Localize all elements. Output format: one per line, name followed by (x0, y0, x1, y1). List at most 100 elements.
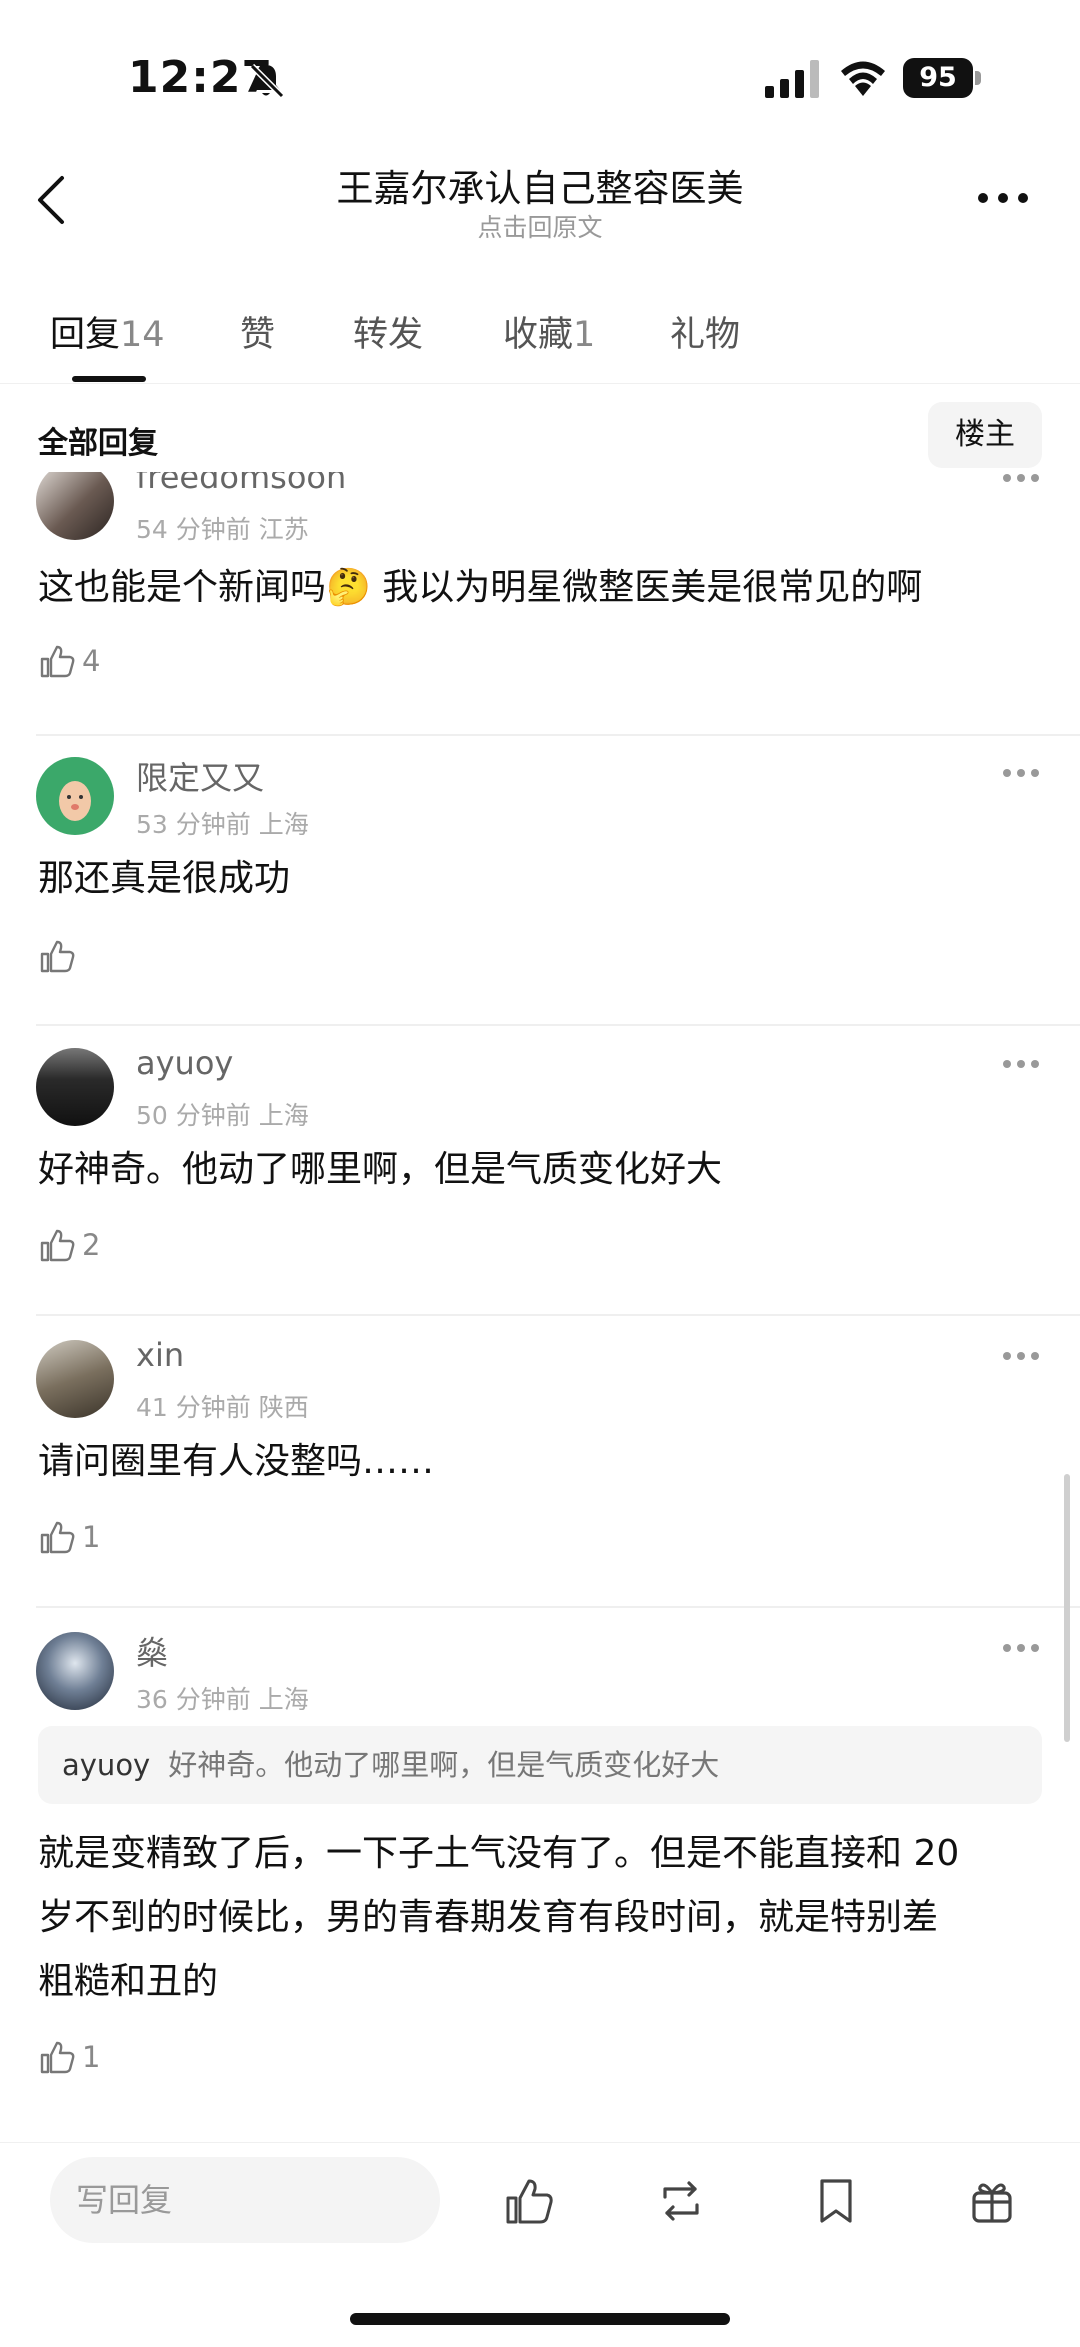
tab-replies[interactable]: 回复14 (50, 306, 165, 357)
tab-label: 赞 (240, 315, 276, 355)
comment-more-icon[interactable] (1002, 767, 1040, 779)
tab-favorites[interactable]: 收藏1 (503, 306, 595, 357)
battery-level: 95 (903, 58, 973, 98)
comment-list: freedomsoon 54 分钟前 江苏 这也能是个新闻吗🤔 我以为明星微整医… (0, 472, 1080, 2132)
thumbs-up-icon (40, 940, 75, 973)
wifi-icon (841, 61, 885, 96)
tab-gifts[interactable]: 礼物 (670, 306, 740, 357)
thumbs-up-icon (40, 1229, 75, 1262)
divider (36, 1314, 1080, 1316)
tab-reposts[interactable]: 转发 (353, 306, 423, 357)
comment-username[interactable]: freedomsoon (136, 472, 346, 496)
header: 王嘉尔承认自己整容医美 点击回原文 (0, 150, 1080, 250)
thumbs-up-icon (40, 645, 75, 678)
tab-label: 转发 (353, 315, 424, 355)
like-count: 4 (82, 644, 101, 678)
active-tab-indicator (72, 376, 146, 382)
like-count: 1 (82, 1520, 101, 1554)
comment-username[interactable]: 燊 (136, 1628, 168, 1674)
comment-username[interactable]: ayuoy (136, 1044, 233, 1082)
comment-item: 限定又又 53 分钟前 上海 那还真是很成功 (0, 747, 1080, 1027)
like-button[interactable]: 1 (38, 1518, 128, 1558)
avatar[interactable] (36, 472, 114, 540)
gift-icon[interactable] (966, 2175, 1018, 2227)
thumbs-up-icon (40, 1521, 75, 1554)
comment-meta: 50 分钟前 上海 (136, 1096, 309, 1132)
all-replies-label: 全部回复 (38, 426, 158, 461)
comment-location: 上海 (258, 810, 309, 839)
like-count: 1 (82, 2040, 101, 2074)
comment-time: 36 分钟前 (136, 1685, 251, 1714)
cellular-signal-icon (765, 60, 819, 98)
comment-more-icon[interactable] (1002, 1642, 1040, 1654)
bell-off-icon (249, 63, 285, 99)
avatar[interactable] (36, 1048, 114, 1126)
comment-text: 这也能是个新闻吗🤔 我以为明星微整医美是很常见的啊 (38, 567, 923, 608)
comment-time: 53 分钟前 (136, 810, 251, 839)
like-button[interactable] (38, 937, 128, 977)
comment-username[interactable]: 限定又又 (136, 753, 264, 799)
back-to-original-link[interactable]: 点击回原文 (0, 208, 1080, 244)
tab-label: 回复 (50, 315, 121, 355)
avatar[interactable] (36, 1632, 114, 1710)
scrollbar[interactable] (1064, 1474, 1070, 1742)
tab-count: 14 (120, 315, 165, 355)
thumbs-up-icon (40, 2041, 75, 2074)
quoted-text: 好神奇。他动了哪里啊，但是气质变化好大 (168, 1748, 720, 1782)
comment-location: 陕西 (258, 1393, 309, 1422)
comment-username[interactable]: xin (136, 1336, 184, 1374)
more-options-icon[interactable] (976, 188, 1030, 208)
like-button[interactable]: 1 (38, 2038, 128, 2078)
op-only-button[interactable]: 楼主 (928, 402, 1042, 468)
comment-text: 那还真是很成功 (38, 858, 291, 899)
cartoon-avatar-icon (59, 781, 91, 821)
comment-more-icon[interactable] (1002, 1350, 1040, 1362)
avatar[interactable] (36, 757, 114, 835)
like-button[interactable]: 4 (38, 642, 128, 682)
avatar[interactable] (36, 1340, 114, 1418)
comment-text-line: 岁不到的时候比，男的青春期发育有段时间，就是特别差 (38, 1897, 939, 1938)
comment-text: 就是变精致了后，一下子土气没有了。但是不能直接和 20 岁不到的时候比，男的青春… (38, 1822, 1048, 2014)
comment-item: freedomsoon 54 分钟前 江苏 这也能是个新闻吗🤔 我以为明星微整医… (0, 472, 1080, 732)
comment-more-icon[interactable] (1002, 1058, 1040, 1070)
battery-indicator: 95 (903, 58, 981, 98)
comment-time: 41 分钟前 (136, 1393, 251, 1422)
like-button[interactable]: 2 (38, 1226, 128, 1266)
reply-input[interactable]: 写回复 (50, 2157, 440, 2243)
page-title[interactable]: 王嘉尔承认自己整容医美 (0, 158, 1080, 212)
comment-meta: 36 分钟前 上海 (136, 1680, 309, 1716)
status-bar: 12:27 95 (0, 0, 1080, 150)
divider (36, 1024, 1080, 1026)
tab-bar: 回复14 赞 转发 收藏1 礼物 (0, 300, 1080, 384)
comment-meta: 53 分钟前 上海 (136, 805, 309, 841)
comment-text: 请问圈里有人没整吗…… (38, 1441, 435, 1482)
comment-item: xin 41 分钟前 陕西 请问圈里有人没整吗…… 1 (0, 1330, 1080, 1610)
divider (36, 734, 1080, 736)
comment-text-line: 粗糙和丑的 (38, 1961, 219, 2002)
like-count: 2 (82, 1228, 101, 1262)
battery-tip (975, 71, 981, 85)
comment-more-icon[interactable] (1002, 472, 1040, 484)
quoted-username: ayuoy (62, 1748, 151, 1782)
tab-label: 礼物 (670, 315, 741, 355)
bottom-action-bar: 写回复 (0, 2142, 1080, 2347)
like-icon[interactable] (503, 2175, 555, 2227)
comment-meta: 41 分钟前 陕西 (136, 1388, 309, 1424)
comment-item: ayuoy 50 分钟前 上海 好神奇。他动了哪里啊，但是气质变化好大 2 (0, 1038, 1080, 1318)
quoted-reply[interactable]: ayuoy 好神奇。他动了哪里啊，但是气质变化好大 (38, 1726, 1042, 1804)
tab-count: 1 (573, 315, 596, 355)
comment-time: 50 分钟前 (136, 1101, 251, 1130)
tab-likes[interactable]: 赞 (240, 306, 275, 357)
divider (36, 1606, 1080, 1608)
comment-location: 上海 (258, 1101, 309, 1130)
comment-text: 好神奇。他动了哪里啊，但是气质变化好大 (38, 1149, 723, 1190)
comment-meta: 54 分钟前 江苏 (136, 510, 309, 546)
comment-item: 燊 36 分钟前 上海 ayuoy 好神奇。他动了哪里啊，但是气质变化好大 就是变… (0, 1622, 1080, 2112)
repost-icon[interactable] (655, 2175, 707, 2227)
home-indicator[interactable] (350, 2313, 730, 2325)
comment-time: 54 分钟前 (136, 515, 251, 544)
comment-location: 江苏 (258, 515, 309, 544)
comment-location: 上海 (258, 1685, 309, 1714)
bookmark-icon[interactable] (810, 2175, 862, 2227)
comment-text-line: 就是变精致了后，一下子土气没有了。但是不能直接和 20 (38, 1833, 960, 1874)
